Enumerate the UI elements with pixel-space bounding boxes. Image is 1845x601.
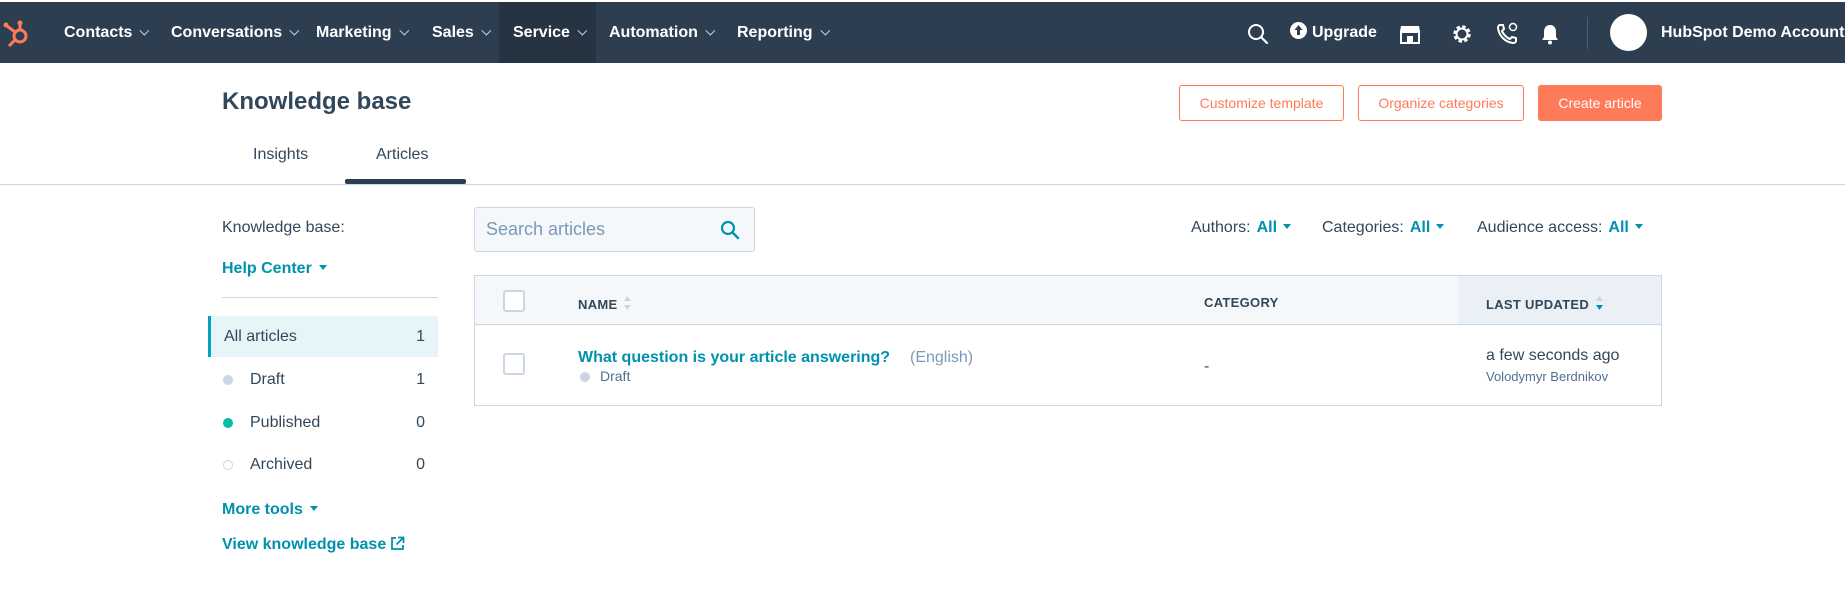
published-status-dot: [223, 418, 233, 428]
nav-divider: [1587, 17, 1588, 49]
chevron-down-icon: [577, 25, 588, 36]
hubspot-logo-icon[interactable]: [2, 19, 32, 49]
table-header: NAME CATEGORY LAST UPDATED: [475, 276, 1661, 325]
tab-insights[interactable]: Insights: [253, 146, 308, 164]
sidebar-item-archived[interactable]: Archived 0: [208, 444, 438, 485]
upgrade-button[interactable]: Upgrade: [1290, 2, 1377, 63]
nav-item-automation[interactable]: Automation: [609, 2, 716, 63]
knowledge-base-selector[interactable]: Help Center: [222, 260, 327, 278]
sidebar-item-published[interactable]: Published 0: [208, 402, 438, 443]
article-language: (English): [910, 349, 974, 366]
draft-status-dot: [223, 375, 233, 385]
archived-status-dot: [223, 460, 233, 470]
sort-icon: [624, 296, 632, 310]
top-navigation-bar: Contacts Conversations Marketing Sales S…: [0, 0, 1845, 63]
chevron-down-icon: [481, 25, 492, 36]
more-tools-dropdown[interactable]: More tools: [222, 501, 318, 519]
search-articles-box: [474, 207, 755, 252]
sidebar-heading: Knowledge base:: [222, 219, 345, 236]
external-link-icon: [391, 536, 405, 550]
column-header-name[interactable]: NAME: [578, 295, 632, 312]
search-input[interactable]: [475, 208, 715, 251]
sidebar-divider: [222, 297, 438, 298]
notifications-bell-icon[interactable]: [1538, 22, 1562, 46]
chevron-down-icon: [819, 25, 830, 36]
tab-articles[interactable]: Articles: [376, 146, 428, 164]
nav-item-service[interactable]: Service: [499, 2, 596, 63]
upgrade-arrow-icon: [1290, 22, 1307, 39]
authors-filter[interactable]: Authors: All: [1191, 219, 1292, 237]
sort-descending-icon: [1596, 296, 1604, 310]
marketplace-icon[interactable]: [1398, 22, 1422, 46]
view-knowledge-base-link[interactable]: View knowledge base: [222, 536, 405, 554]
nav-item-conversations[interactable]: Conversations: [171, 2, 300, 63]
categories-filter[interactable]: Categories: All: [1322, 219, 1445, 237]
audience-access-filter[interactable]: Audience access: All: [1477, 219, 1643, 237]
caret-down-icon: [1283, 224, 1292, 229]
nav-item-marketing[interactable]: Marketing: [316, 2, 409, 63]
avatar[interactable]: [1610, 14, 1647, 51]
customize-template-button[interactable]: Customize template: [1179, 85, 1344, 121]
search-icon[interactable]: [1246, 22, 1270, 46]
article-last-updated: a few seconds ago: [1486, 347, 1620, 364]
article-status: Draft: [600, 368, 631, 384]
article-author: Volodymyr Berdnikov: [1486, 369, 1609, 384]
caret-down-icon: [1436, 224, 1445, 229]
caret-down-icon: [1634, 224, 1643, 229]
chevron-down-icon: [705, 25, 716, 36]
page-title: Knowledge base: [222, 88, 412, 115]
create-article-button[interactable]: Create article: [1538, 85, 1662, 121]
draft-status-dot: [580, 372, 590, 382]
column-header-last-updated[interactable]: LAST UPDATED: [1486, 295, 1604, 312]
tabs-divider: [0, 184, 1845, 185]
nav-item-contacts[interactable]: Contacts: [64, 2, 150, 63]
settings-gear-icon[interactable]: [1450, 22, 1474, 46]
nav-item-reporting[interactable]: Reporting: [737, 2, 830, 63]
article-category: -: [1204, 358, 1210, 375]
calling-icon[interactable]: [1495, 22, 1519, 46]
select-all-checkbox[interactable]: [503, 290, 525, 312]
sidebar-item-draft[interactable]: Draft 1: [208, 359, 438, 400]
article-title-link[interactable]: What question is your article answering?: [578, 349, 890, 367]
row-select-checkbox[interactable]: [503, 353, 525, 375]
account-name[interactable]: HubSpot Demo Account: [1661, 2, 1844, 63]
caret-down-icon: [318, 265, 327, 270]
sidebar-item-all-articles[interactable]: All articles 1: [208, 316, 438, 357]
nav-item-sales[interactable]: Sales: [432, 2, 492, 63]
search-icon[interactable]: [720, 220, 740, 240]
chevron-down-icon: [289, 25, 300, 36]
organize-categories-button[interactable]: Organize categories: [1358, 85, 1524, 121]
caret-down-icon: [309, 506, 318, 511]
chevron-down-icon: [139, 25, 150, 36]
chevron-down-icon: [398, 25, 409, 36]
column-header-category[interactable]: CATEGORY: [1204, 295, 1279, 310]
articles-table: NAME CATEGORY LAST UPDATED What question…: [474, 275, 1662, 406]
